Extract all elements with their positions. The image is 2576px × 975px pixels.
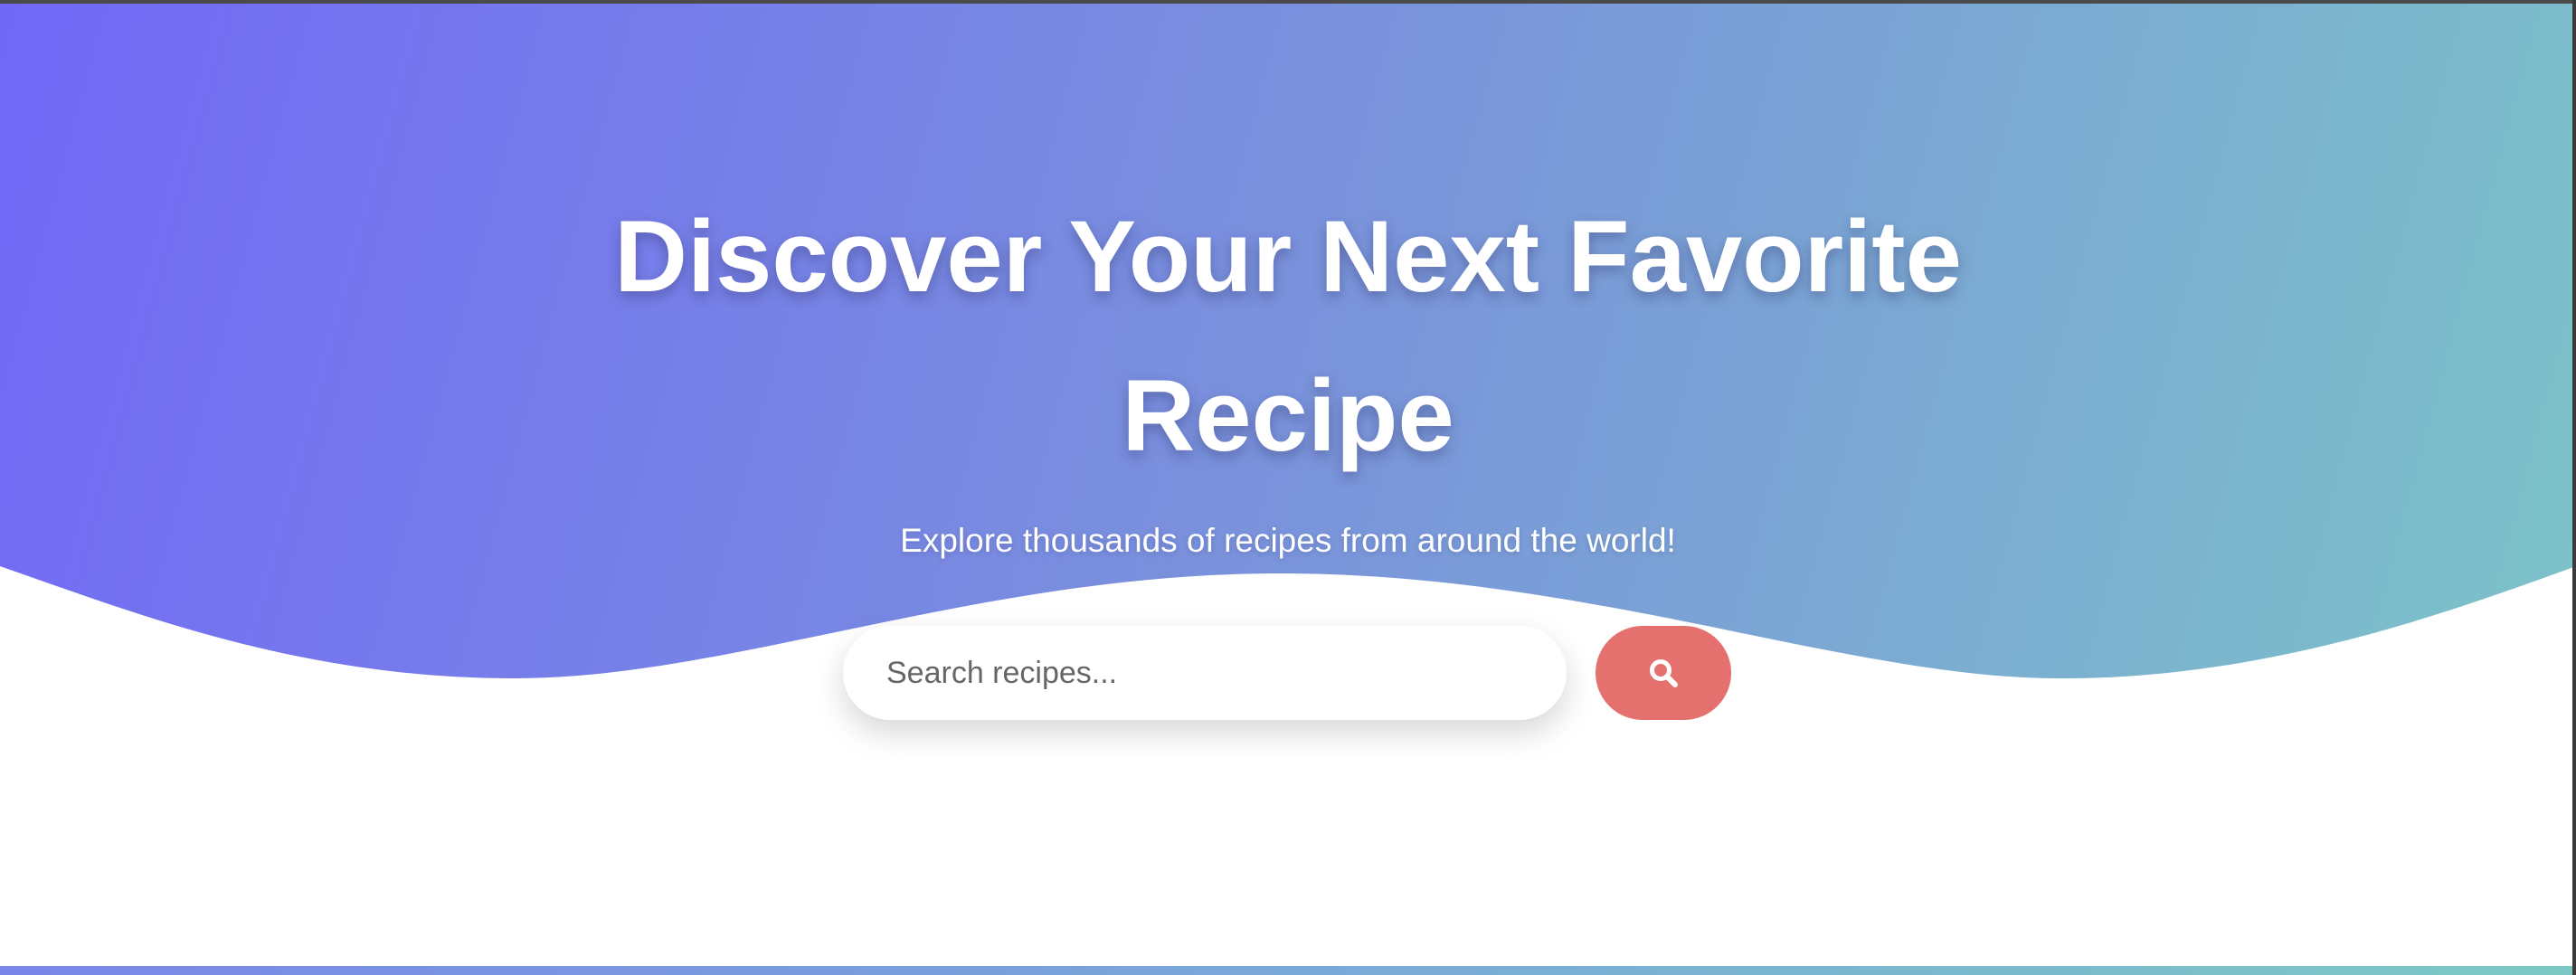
hero-title: Discover Your Next Favorite Recipe <box>614 200 1962 472</box>
search-button[interactable] <box>1596 626 1731 720</box>
footer-accent-bar <box>0 966 2576 975</box>
hero-subtitle: Explore thousands of recipes from around… <box>900 522 1676 559</box>
window-top-border <box>0 0 2576 4</box>
scrollbar[interactable] <box>2572 0 2576 975</box>
page: Discover Your Next Favorite Recipe Explo… <box>0 0 2576 975</box>
search-icon <box>1650 659 1678 687</box>
search-input[interactable] <box>886 626 1538 720</box>
search-box <box>843 626 1567 720</box>
